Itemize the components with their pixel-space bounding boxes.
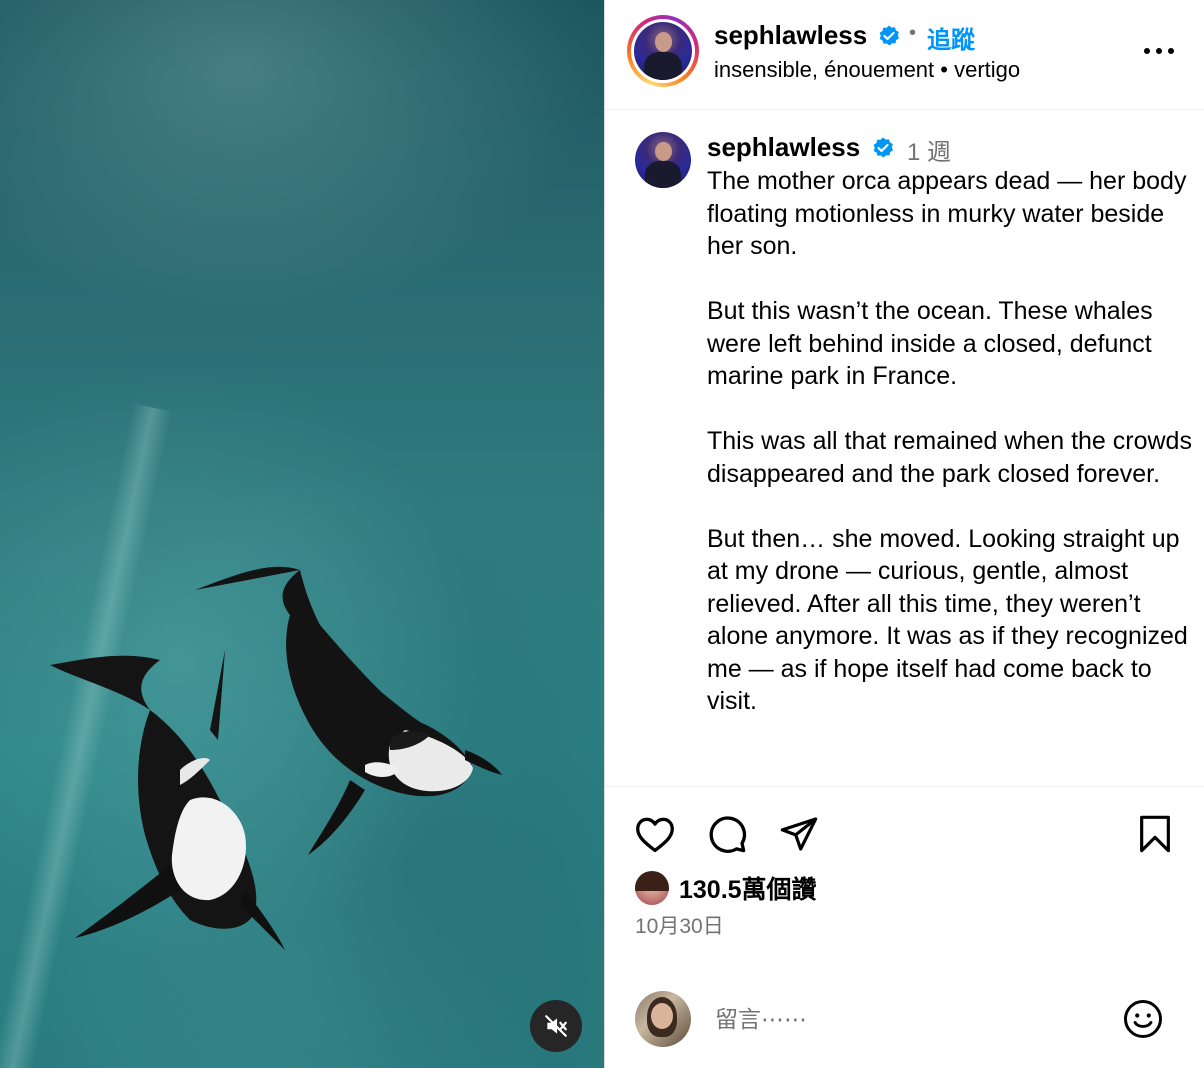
author-avatar <box>634 22 692 80</box>
orca-right <box>195 566 502 855</box>
caption-author-avatar[interactable] <box>635 132 691 188</box>
current-user-avatar <box>635 991 691 1047</box>
volume-muted-icon <box>545 1015 567 1037</box>
share-button[interactable] <box>775 810 823 858</box>
like-count[interactable]: 130.5萬個讚 <box>679 870 817 906</box>
post-detail-panel: sephlawless • 追蹤 insensible, énouement •… <box>604 0 1204 1068</box>
add-comment-row <box>605 985 1204 1055</box>
caption-text: The mother orca appears dead — her body … <box>707 167 1192 715</box>
verified-badge-icon <box>877 24 901 48</box>
comment-button[interactable] <box>703 810 751 858</box>
header-separator: • <box>909 22 917 44</box>
verified-badge-icon <box>871 136 895 165</box>
emoji-icon <box>1124 1000 1162 1038</box>
author-username[interactable]: sephlawless <box>714 20 867 51</box>
comment-input[interactable] <box>715 1001 1095 1037</box>
comment-icon <box>709 816 747 853</box>
heart-icon <box>636 817 674 853</box>
section-divider <box>605 786 1204 787</box>
water-surface <box>0 0 604 360</box>
emoji-picker-button[interactable] <box>1121 997 1165 1041</box>
more-horizontal-icon <box>1144 48 1174 54</box>
follow-button[interactable]: 追蹤 <box>927 20 975 55</box>
caption-username[interactable]: sephlawless <box>707 132 860 163</box>
author-avatar-story-ring[interactable] <box>627 15 699 87</box>
post-caption: sephlawless 1 週 The mother orca appears … <box>605 110 1204 786</box>
post-media-video[interactable] <box>0 0 604 1068</box>
more-options-button[interactable] <box>1139 34 1179 68</box>
save-button[interactable] <box>1131 810 1179 858</box>
post-header: sephlawless • 追蹤 insensible, énouement •… <box>605 0 1204 110</box>
liker-avatar[interactable] <box>635 871 669 905</box>
post-date[interactable]: 10月30日 <box>635 910 724 940</box>
like-button[interactable] <box>631 810 679 858</box>
audio-track-link[interactable]: insensible, énouement • vertigo <box>714 57 1020 83</box>
caption-timestamp[interactable]: 1 週 <box>907 132 951 167</box>
bookmark-icon <box>1140 815 1170 853</box>
mute-button[interactable] <box>530 1000 582 1052</box>
post-actions-bar <box>605 800 1204 864</box>
likes-summary: 130.5萬個讚 <box>635 870 817 906</box>
share-icon <box>780 817 818 851</box>
